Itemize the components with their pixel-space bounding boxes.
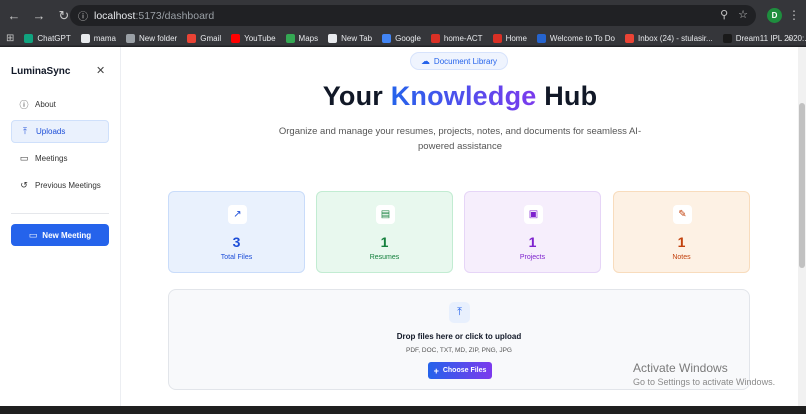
new-meeting-button[interactable]: ▭ New Meeting [11, 224, 109, 246]
bookmark-item[interactable]: YouTube [231, 33, 276, 43]
stat-value: 1 [380, 234, 389, 250]
pen-icon: ✎ [673, 205, 692, 224]
stat-value: 1 [528, 234, 537, 250]
sidebar-item-previous-meetings[interactable]: ↺ Previous Meetings [11, 174, 109, 197]
bookmark-favicon-icon [625, 33, 634, 43]
file-text-icon: ▤ [376, 205, 395, 224]
bookmark-favicon-icon [536, 33, 546, 43]
sidebar-item-uploads[interactable]: ⤒ Uploads [11, 120, 109, 143]
bookmark-favicon-icon [80, 33, 90, 43]
plus-icon: + [433, 365, 439, 376]
windows-activation-title: Activate Windows [633, 361, 728, 375]
app-root: LuminaSync ✕ ⓘ About ⤒ Uploads ▭ Meeting… [0, 47, 806, 414]
bookmark-item[interactable]: Dream11 IPL 2020:... [722, 33, 806, 43]
upload-icon: ⤒ [23, 126, 27, 136]
forward-icon[interactable]: → [28, 5, 50, 27]
document-library-badge: ☁ Document Library [410, 52, 508, 70]
video-icon: ▭ [19, 153, 29, 163]
bookmark-favicon-icon [382, 33, 392, 43]
bookmark-favicon-icon [328, 33, 338, 43]
stat-label: Notes [672, 254, 691, 261]
main-content: ☁ Document Library Your Knowledge Hub Or… [122, 47, 798, 414]
sidebar-item-label: Previous Meetings [35, 181, 101, 190]
stat-card-notes: ✎ 1 Notes [613, 191, 750, 273]
zoom-icon[interactable]: ⚲ [720, 8, 728, 21]
sidebar-item-about[interactable]: ⓘ About [11, 93, 109, 116]
bookmark-item[interactable]: Google [382, 33, 421, 43]
bookmark-item[interactable]: Maps [285, 33, 318, 43]
sidebar-item-label: About [35, 100, 56, 109]
stat-label: Resumes [369, 254, 400, 261]
bookmark-star-icon[interactable]: ☆ [738, 8, 748, 21]
upload-icon: ⤒ [449, 302, 470, 323]
bookmark-favicon-icon [722, 33, 732, 43]
bookmark-favicon-icon [187, 33, 197, 43]
page-subtitle: Organize and manage your resumes, projec… [278, 126, 642, 152]
bookmark-item[interactable]: New Tab [328, 33, 372, 43]
bookmark-item[interactable]: New folder [125, 33, 177, 43]
stat-card-resumes: ▤ 1 Resumes [316, 191, 453, 273]
bookmark-favicon-icon [285, 33, 295, 43]
dropzone-formats: PDF, DOC, TXT, MD, ZIP, PNG, JPG [406, 347, 512, 354]
browser-toolbar: ← → ↻ ⓘ localhost:5173/dashboard ⚲ ☆ D ⋮ [0, 0, 806, 31]
info-icon: ⓘ [19, 100, 29, 110]
windows-activation-subtitle: Go to Settings to activate Windows. [633, 377, 776, 387]
os-taskbar [0, 406, 806, 414]
sidebar-item-label: Uploads [36, 127, 66, 136]
scrollbar-thumb[interactable] [799, 103, 805, 268]
stat-card-total-files: ↗ 3 Total Files [168, 191, 305, 273]
bookmark-item[interactable]: home-ACT [430, 33, 483, 43]
sidebar: LuminaSync ✕ ⓘ About ⤒ Uploads ▭ Meeting… [0, 47, 121, 414]
bookmark-item[interactable]: Home [492, 33, 527, 43]
profile-avatar[interactable]: D [767, 8, 782, 23]
stat-label: Projects [519, 254, 546, 261]
bookmark-favicon-icon [24, 33, 34, 43]
bookmark-item[interactable]: Inbox (24) - stulasir... [625, 33, 713, 43]
bookmarks-more-icon[interactable]: » [787, 33, 792, 43]
cloud-icon: ☁ [420, 55, 430, 66]
stat-card-projects: ▣ 1 Projects [464, 191, 601, 273]
bookmarks-bar: ⊞ ChatGPT mama New folder Gmail YouTube Maps N… [0, 31, 806, 46]
brand-title: LuminaSync [11, 66, 71, 77]
history-icon: ↺ [20, 180, 28, 190]
browser-menu-icon[interactable]: ⋮ [788, 8, 800, 22]
page-scrollbar[interactable] [798, 47, 806, 414]
video-icon: ▭ [28, 229, 38, 240]
back-icon[interactable]: ← [3, 5, 25, 27]
bookmark-item[interactable]: mama [80, 33, 116, 43]
bookmark-favicon-icon [430, 33, 440, 43]
bookmark-item[interactable]: Welcome to To Do [536, 33, 615, 43]
stat-value: 3 [232, 234, 241, 250]
archive-icon: ▣ [524, 205, 543, 224]
bookmark-item[interactable]: ChatGPT [24, 33, 71, 43]
bookmark-favicon-icon [492, 33, 502, 43]
close-sidebar-icon[interactable]: ✕ [96, 64, 105, 77]
dropzone-title: Drop files here or click to upload [396, 332, 522, 341]
sidebar-divider [11, 213, 109, 214]
bookmark-favicon-icon [125, 33, 135, 43]
bookmark-favicon-icon [231, 33, 241, 43]
sidebar-item-meetings[interactable]: ▭ Meetings [11, 147, 109, 170]
trending-up-icon: ↗ [228, 205, 247, 224]
page-title: Your Knowledge Hub [322, 81, 598, 111]
choose-files-button[interactable]: + Choose Files [428, 362, 492, 379]
url-text: localhost:5173/dashboard [94, 9, 215, 22]
bookmark-item[interactable]: Gmail [187, 33, 221, 43]
stat-label: Total Files [220, 254, 253, 261]
site-info-icon[interactable]: ⓘ [78, 8, 88, 23]
apps-grid-icon[interactable]: ⊞ [6, 33, 14, 44]
address-bar[interactable]: ⓘ localhost:5173/dashboard ⚲ ☆ [70, 5, 756, 26]
stat-value: 1 [677, 234, 686, 250]
sidebar-item-label: Meetings [35, 154, 68, 163]
